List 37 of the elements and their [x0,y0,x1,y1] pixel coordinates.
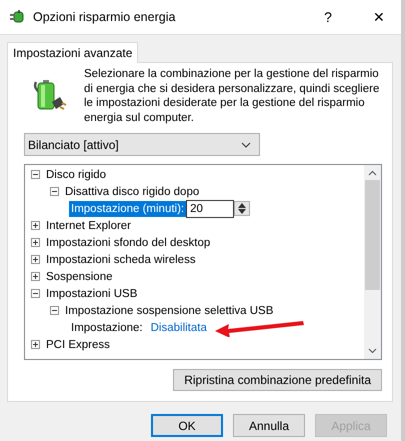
tree-item[interactable]: Impostazione sospensione selettiva USB [65,304,274,318]
expand-icon[interactable] [31,221,40,230]
plan-dropdown[interactable]: Bilanciato [attivo] [24,133,260,156]
restore-defaults-button[interactable]: Ripristina combinazione predefinita [173,369,382,391]
window-title: Opzioni risparmio energia [33,10,176,24]
tree-item[interactable]: PCI Express [46,338,110,352]
collapse-icon[interactable] [50,187,59,196]
tab[interactable]: Impostazioni avanzate [7,42,138,63]
scroll-down-icon[interactable] [368,348,377,354]
tree-item[interactable]: Impostazioni USB [46,286,138,300]
spin-buttons[interactable] [234,201,250,216]
expand-icon[interactable] [31,255,40,264]
collapse-icon[interactable] [31,289,40,298]
expand-icon[interactable] [31,272,40,281]
description-text: Selezionare la combinazione per la gestione del risparmio di energia che si desidera personalizzare, quindi scegliere le impostazioni desiderate per la gestione del risparmio energia sul computer. [84,67,380,125]
setting-value-link[interactable]: Disabilitata [150,320,207,334]
close-button[interactable]: ✕ [357,2,401,32]
minutes-spinner[interactable]: 20 [186,200,234,218]
chevron-down-icon [241,142,251,148]
setting-label[interactable]: Impostazione (minuti): [69,200,186,216]
collapse-icon[interactable] [31,170,40,179]
help-button[interactable]: ? [306,2,350,32]
dialog-button[interactable]: Annulla [233,414,305,437]
expand-icon[interactable] [31,238,40,247]
tree-item[interactable]: Disco rigido [46,168,106,182]
tree-item[interactable]: Sospensione [46,270,112,284]
scrollbar[interactable] [364,165,381,359]
tree-item[interactable]: Impostazioni scheda wireless [46,252,196,266]
tree-item[interactable]: Internet Explorer [46,218,132,232]
collapse-icon[interactable] [50,306,59,315]
tree-item[interactable]: Impostazioni sfondo del desktop [46,236,210,250]
tree-item[interactable]: Disattiva disco rigido dopo [65,184,200,198]
scroll-up-icon[interactable] [368,170,377,176]
expand-icon[interactable] [31,340,40,349]
dialog-button[interactable]: OK [151,414,223,437]
setting-label: Impostazione: [70,320,144,336]
power-plug-icon [8,9,26,25]
